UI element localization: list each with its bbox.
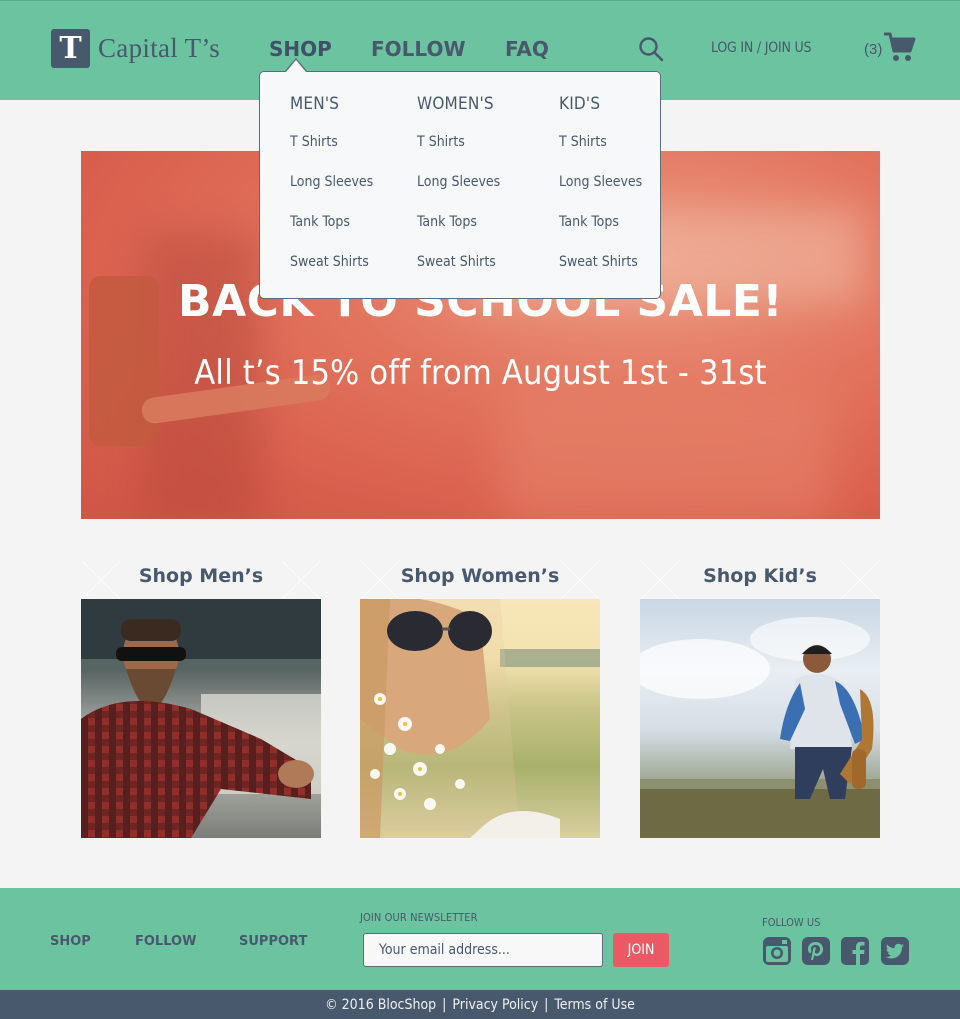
dropdown-link[interactable]: Sweat Shirts — [559, 254, 642, 294]
dropdown-link[interactable]: Long Sleeves — [417, 174, 500, 214]
shop-dropdown-menu: MEN'S T Shirts Long Sleeves Tank Tops Sw… — [259, 71, 661, 299]
cart-button[interactable]: (3) — [864, 31, 916, 63]
brand-name: Capital T’s — [98, 33, 221, 63]
dropdown-link[interactable]: Tank Tops — [290, 214, 373, 254]
dropdown-column-womens: WOMEN'S T Shirts Long Sleeves Tank Tops … — [417, 94, 500, 294]
womens-photo[interactable] — [360, 599, 600, 838]
dropdown-link[interactable]: Tank Tops — [559, 214, 642, 254]
category-title-text: Shop Kid’s — [703, 565, 817, 587]
nav-faq[interactable]: FAQ — [505, 37, 549, 61]
dropdown-link[interactable]: Sweat Shirts — [290, 254, 373, 294]
category-title-kids: Shop Kid’s — [640, 561, 880, 599]
mens-photo[interactable] — [81, 599, 321, 838]
dropdown-link[interactable]: Sweat Shirts — [417, 254, 500, 294]
dropdown-column-kids: KID'S T Shirts Long Sleeves Tank Tops Sw… — [559, 94, 642, 294]
newsletter-label: JOIN OUR NEWSLETTER — [360, 911, 478, 924]
dropdown-link[interactable]: Long Sleeves — [559, 174, 642, 214]
dropdown-column-mens: MEN'S T Shirts Long Sleeves Tank Tops Sw… — [290, 94, 373, 294]
terms-of-use-link[interactable]: Terms of Use — [554, 997, 635, 1013]
logo-mark: T — [51, 29, 90, 68]
title-decoration — [840, 561, 880, 599]
nav-follow[interactable]: FOLLOW — [371, 37, 505, 61]
title-decoration — [360, 561, 400, 599]
category-mens[interactable]: Shop Men’s — [81, 561, 321, 838]
search-icon[interactable] — [638, 36, 664, 62]
footer-link-shop[interactable]: SHOP — [50, 934, 91, 949]
dropdown-link[interactable]: Long Sleeves — [290, 174, 373, 214]
category-womens[interactable]: Shop Women’s — [360, 561, 600, 838]
copyright-text: © 2016 BlocShop — [325, 996, 437, 1013]
title-decoration — [81, 561, 121, 599]
hero-subtitle: All t’s 15% off from August 1st - 31st — [194, 353, 767, 393]
hero-bg-floor — [501, 381, 831, 519]
mens-photo-art — [81, 599, 321, 838]
dropdown-caret-fill — [286, 60, 306, 72]
category-title-text: Shop Men’s — [138, 565, 264, 587]
title-decoration — [560, 561, 600, 599]
facebook-icon[interactable] — [840, 936, 870, 966]
dropdown-heading-kids: KID'S — [559, 94, 601, 114]
newsletter-join-button[interactable]: JOIN — [613, 933, 669, 967]
category-kids[interactable]: Shop Kid’s — [640, 561, 880, 838]
dropdown-heading-womens: WOMEN'S — [417, 94, 494, 114]
footer-link-follow[interactable]: FOLLOW — [135, 934, 196, 949]
title-decoration — [640, 561, 680, 599]
twitter-icon[interactable] — [880, 936, 910, 966]
follow-us-label: FOLLOW US — [762, 916, 821, 929]
main-nav: SHOP FOLLOW FAQ — [269, 37, 549, 61]
category-title-text: Shop Women’s — [400, 565, 560, 587]
dropdown-link[interactable]: Tank Tops — [417, 214, 500, 254]
cart-count: (3) — [864, 40, 883, 58]
site-footer: SHOP FOLLOW SUPPORT JOIN OUR NEWSLETTER … — [0, 888, 960, 990]
instagram-icon[interactable] — [762, 936, 792, 966]
category-title-mens: Shop Men’s — [81, 561, 321, 599]
kids-photo[interactable] — [640, 599, 880, 838]
category-title-womens: Shop Women’s — [360, 561, 600, 599]
privacy-policy-link[interactable]: Privacy Policy — [452, 997, 538, 1013]
womens-photo-art — [360, 599, 600, 838]
pinterest-icon[interactable] — [801, 936, 831, 966]
dropdown-link[interactable]: T Shirts — [290, 134, 373, 174]
cart-icon — [884, 32, 916, 61]
logo[interactable]: T Capital T’s — [51, 29, 220, 68]
title-decoration — [281, 561, 321, 599]
footer-link-support[interactable]: SUPPORT — [239, 934, 307, 949]
login-join-link[interactable]: LOG IN / JOIN US — [711, 40, 812, 56]
dropdown-link[interactable]: T Shirts — [417, 134, 500, 174]
separator: | — [442, 996, 447, 1013]
newsletter-email-input[interactable] — [363, 933, 603, 967]
dropdown-link[interactable]: T Shirts — [559, 134, 642, 174]
legal-bar: © 2016 BlocShop | Privacy Policy | Terms… — [0, 990, 960, 1019]
separator: | — [544, 996, 549, 1013]
dropdown-heading-mens: MEN'S — [290, 94, 340, 114]
kids-photo-art — [640, 617, 880, 838]
